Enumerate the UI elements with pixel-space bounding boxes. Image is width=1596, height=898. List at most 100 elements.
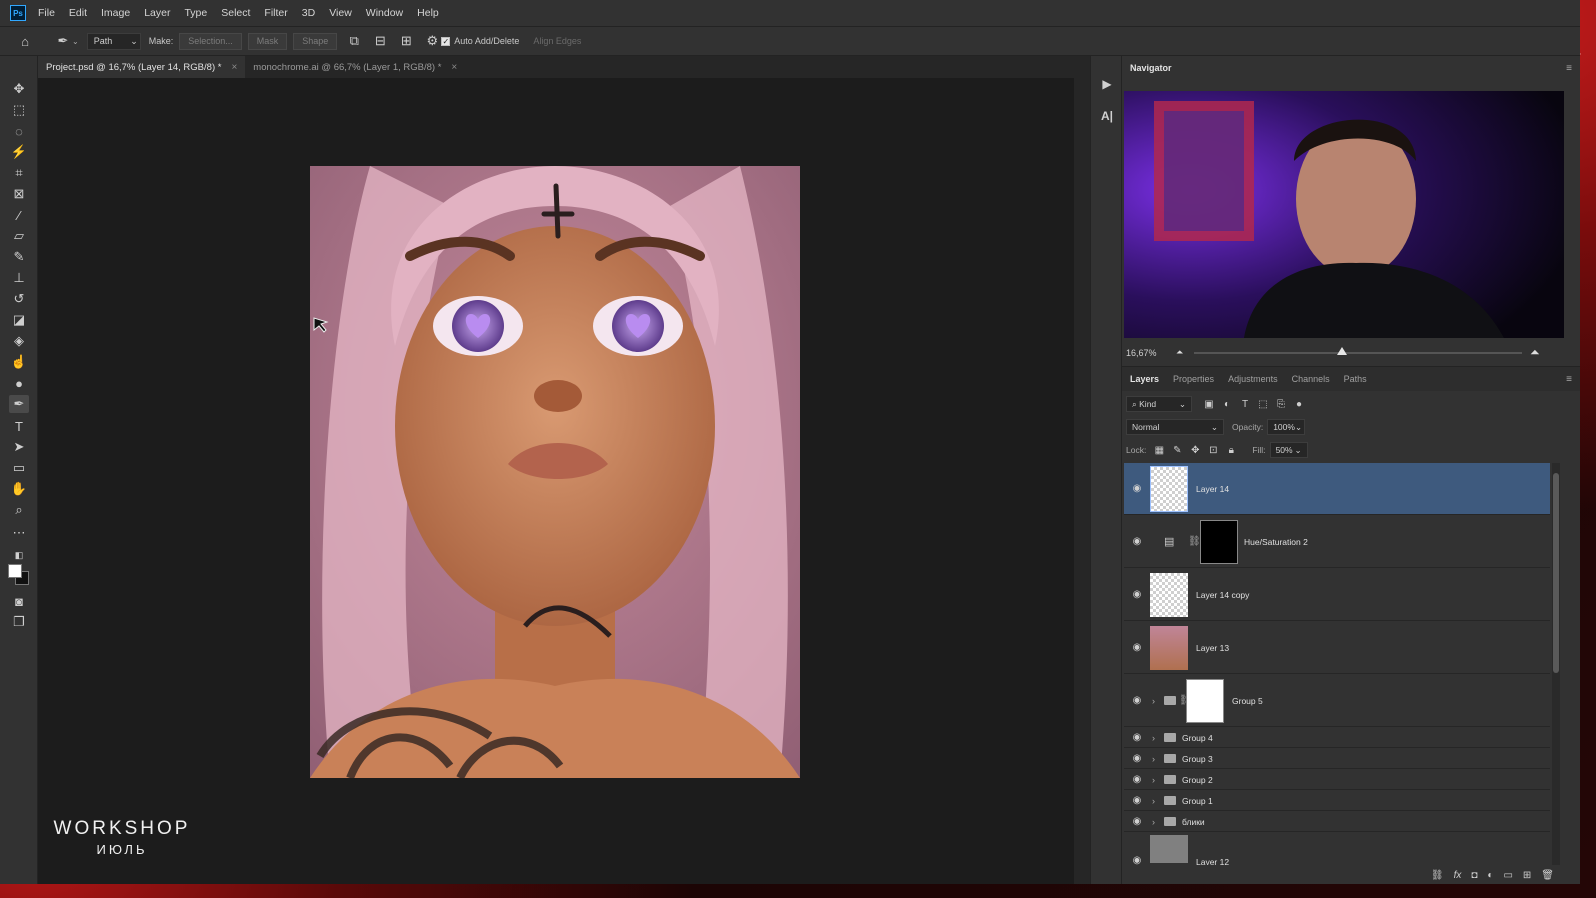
menu-edit[interactable]: Edit — [69, 7, 87, 19]
magic-wand-tool-icon[interactable]: ⚡ — [9, 143, 29, 161]
zoom-out-icon[interactable]: ⏶ — [1176, 347, 1183, 358]
shape-tool-icon[interactable]: ▭ — [9, 459, 29, 477]
eraser-tool-icon[interactable]: ◪ — [9, 311, 29, 329]
adjustment-icon[interactable]: ◐ — [1487, 870, 1493, 881]
eye-icon[interactable]: ◉ — [1130, 642, 1144, 653]
type-tool-icon[interactable]: T — [9, 417, 29, 435]
path-operations-icon[interactable]: ⧉ — [345, 32, 363, 50]
eye-icon[interactable]: ◉ — [1130, 816, 1144, 827]
hand-tool-icon[interactable]: ✋ — [9, 480, 29, 498]
layer-name[interactable]: Layer 12 — [1196, 857, 1229, 865]
app-logo[interactable]: Ps — [10, 5, 26, 21]
lasso-tool-icon[interactable]: ◌ — [9, 122, 29, 140]
tab-layers[interactable]: Layers — [1130, 374, 1159, 384]
align-edges-option[interactable]: Align Edges — [533, 36, 581, 46]
menu-type[interactable]: Type — [184, 7, 207, 19]
path-arrangement-icon[interactable]: ⊞ — [397, 32, 415, 50]
path-alignment-icon[interactable]: ⊟ — [371, 32, 389, 50]
make-mask-button[interactable]: Mask — [247, 32, 288, 50]
layer-name[interactable]: Group 3 — [1182, 754, 1213, 764]
chevron-right-icon[interactable]: › — [1152, 696, 1155, 706]
layers-scrollbar-thumb[interactable] — [1553, 473, 1559, 673]
doc-tab-project[interactable]: Project.psd @ 16,7% (Layer 14, RGB/8) * … — [38, 56, 246, 78]
layer-name[interactable]: блики — [1182, 817, 1205, 827]
eye-icon[interactable]: ◉ — [1130, 753, 1144, 764]
path-selection-tool-icon[interactable]: ➤ — [9, 438, 29, 456]
layer-row[interactable]: ◉ ▤ ⛓ Hue/Saturation 2 — [1124, 516, 1550, 568]
blend-mode-select[interactable]: Normal ⌄ — [1126, 419, 1224, 435]
filter-pixel-icon[interactable]: ▣ — [1200, 399, 1218, 410]
filter-shape-icon[interactable]: ⬚ — [1254, 399, 1272, 410]
chevron-right-icon[interactable]: › — [1152, 775, 1155, 785]
eye-icon[interactable]: ◉ — [1130, 855, 1144, 865]
layer-row[interactable]: ◉ Layer 14 — [1124, 463, 1550, 515]
smudge-tool-icon[interactable]: ☝ — [9, 353, 29, 371]
chevron-right-icon[interactable]: › — [1152, 796, 1155, 806]
eye-icon[interactable]: ◉ — [1130, 483, 1144, 494]
menu-image[interactable]: Image — [101, 7, 130, 19]
menu-layer[interactable]: Layer — [144, 7, 170, 19]
chevron-right-icon[interactable]: › — [1152, 754, 1155, 764]
menu-view[interactable]: View — [329, 7, 352, 19]
lock-transparent-icon[interactable]: ▦ — [1150, 445, 1168, 456]
doc-tab-monochrome[interactable]: monochrome.ai @ 66,7% (Layer 1, RGB/8) *… — [245, 56, 465, 78]
layer-row[interactable]: ◉ › блики — [1124, 812, 1550, 832]
menu-help[interactable]: Help — [417, 7, 439, 19]
tab-channels[interactable]: Channels — [1292, 374, 1330, 384]
tab-adjustments[interactable]: Adjustments — [1228, 374, 1278, 384]
layer-name[interactable]: Layer 14 copy — [1196, 590, 1249, 600]
zoom-tool-icon[interactable]: ⌕ — [9, 501, 29, 519]
make-shape-button[interactable]: Shape — [293, 32, 338, 50]
layer-row[interactable]: ◉ › ⛓ Group 5 — [1124, 675, 1550, 727]
lock-all-icon[interactable]: 🔒︎ — [1222, 445, 1240, 456]
navigator-title[interactable]: Navigator — [1130, 63, 1172, 73]
panel-menu-icon[interactable]: ≡ — [1566, 63, 1572, 74]
eye-icon[interactable]: ◉ — [1130, 589, 1144, 600]
layer-name[interactable]: Group 4 — [1182, 733, 1213, 743]
lock-position-icon[interactable]: ✥ — [1186, 445, 1204, 456]
filter-kind-select[interactable]: ⌕ Kind ⌄ — [1126, 396, 1192, 412]
crop-tool-icon[interactable]: ⌗ — [9, 164, 29, 182]
fill-input[interactable]: 50% ⌄ — [1269, 442, 1308, 458]
layers-scrollbar[interactable] — [1552, 463, 1560, 865]
pen-tool-icon[interactable]: ✒ — [9, 395, 29, 413]
layer-row[interactable]: ◉ › Group 3 — [1124, 749, 1550, 769]
chevron-right-icon[interactable]: › — [1152, 733, 1155, 743]
menu-window[interactable]: Window — [366, 7, 403, 19]
layer-name[interactable]: Layer 14 — [1196, 484, 1229, 494]
foreground-color-swatch[interactable] — [8, 564, 22, 578]
dodge-tool-icon[interactable]: ● — [9, 374, 29, 392]
eye-icon[interactable]: ◉ — [1130, 795, 1144, 806]
link-layers-icon[interactable]: ⛓ — [1431, 870, 1444, 881]
layer-row[interactable]: ◉ › Group 2 — [1124, 770, 1550, 790]
menu-select[interactable]: Select — [221, 7, 250, 19]
eye-icon[interactable]: ◉ — [1130, 695, 1144, 706]
chevron-right-icon[interactable]: › — [1152, 817, 1155, 827]
zoom-value[interactable]: 16,67% — [1126, 348, 1172, 358]
frame-tool-icon[interactable]: ⊠ — [9, 185, 29, 203]
layer-name[interactable]: Group 2 — [1182, 775, 1213, 785]
filter-adjustment-icon[interactable]: ◐ — [1218, 399, 1236, 410]
layer-name[interactable]: Group 5 — [1232, 696, 1263, 706]
character-panel-icon[interactable]: A| — [1097, 106, 1117, 126]
play-actions-icon[interactable]: ▶ — [1097, 74, 1117, 94]
default-colors-icon[interactable]: ◧ — [9, 546, 29, 564]
add-mask-icon[interactable]: ◘ — [1471, 870, 1477, 881]
make-selection-button[interactable]: Selection... — [179, 32, 242, 50]
history-brush-tool-icon[interactable]: ↺ — [9, 290, 29, 308]
brush-tool-icon[interactable]: ✎ — [9, 248, 29, 266]
close-icon[interactable]: × — [451, 62, 457, 73]
lock-artboard-icon[interactable]: ⊡ — [1204, 445, 1222, 456]
eye-icon[interactable]: ◉ — [1130, 536, 1144, 547]
menu-3d[interactable]: 3D — [302, 7, 315, 19]
zoom-slider-thumb[interactable] — [1336, 347, 1347, 355]
home-icon[interactable]: ⌂ — [16, 32, 34, 50]
layer-row[interactable]: ◉ Layer 14 copy — [1124, 569, 1550, 621]
paint-bucket-tool-icon[interactable]: ◈ — [9, 332, 29, 350]
layer-row[interactable]: ◉ Layer 12 — [1124, 833, 1550, 865]
zoom-in-icon[interactable]: ⏶ — [1530, 345, 1540, 360]
artwork-canvas[interactable] — [310, 166, 800, 778]
layer-row[interactable]: ◉ › Group 4 — [1124, 728, 1550, 748]
healing-brush-tool-icon[interactable]: ▱ — [9, 227, 29, 245]
layer-row[interactable]: ◉ Layer 13 — [1124, 622, 1550, 674]
